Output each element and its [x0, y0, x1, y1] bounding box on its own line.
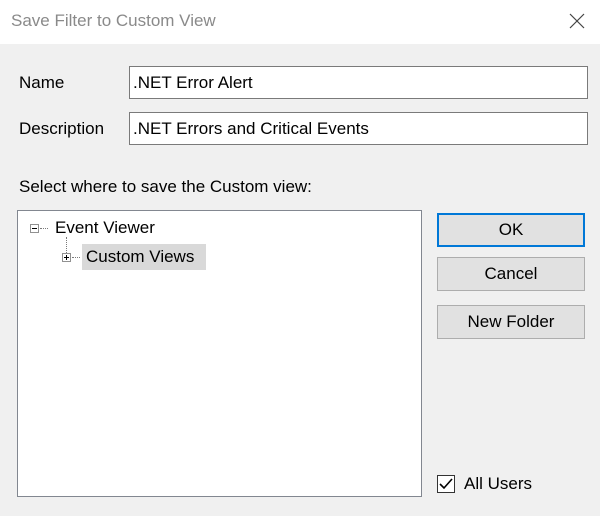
cancel-button[interactable]: Cancel — [437, 257, 585, 291]
all-users-checkbox[interactable] — [437, 475, 455, 493]
expand-icon[interactable] — [62, 253, 71, 262]
description-label: Description — [19, 119, 105, 138]
tree-item-event-viewer[interactable]: Event Viewer — [55, 218, 155, 238]
description-field[interactable]: .NET Errors and Critical Events — [129, 112, 588, 145]
tree-item-custom-views[interactable]: Custom Views — [86, 247, 194, 267]
close-icon — [569, 13, 585, 29]
save-filter-dialog: Save Filter to Custom View Name .NET Err… — [0, 0, 600, 516]
location-tree[interactable]: Event Viewer Custom Views — [17, 210, 422, 497]
new-folder-button[interactable]: New Folder — [437, 305, 585, 339]
window-title: Save Filter to Custom View — [11, 11, 216, 30]
name-label: Name — [19, 73, 65, 92]
save-location-label: Select where to save the Custom view: — [19, 177, 312, 196]
checkmark-icon — [439, 478, 453, 490]
title-bar: Save Filter to Custom View — [0, 0, 600, 44]
ok-button[interactable]: OK — [437, 213, 585, 247]
close-button[interactable] — [554, 0, 600, 44]
name-field[interactable]: .NET Error Alert — [129, 66, 588, 99]
collapse-icon[interactable] — [30, 224, 39, 233]
all-users-label[interactable]: All Users — [464, 474, 532, 494]
